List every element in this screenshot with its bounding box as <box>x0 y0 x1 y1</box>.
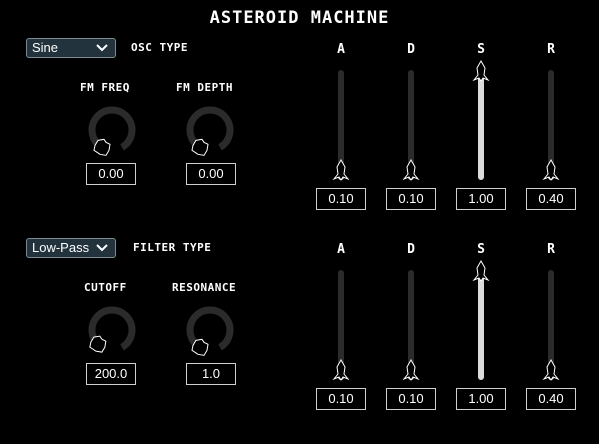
filter-env-d-value[interactable]: 0.10 <box>386 388 436 410</box>
osc-env-s-label: S <box>477 42 485 57</box>
filter-type-label: FILTER TYPE <box>133 241 212 254</box>
slider-fill <box>478 270 484 380</box>
filter-env-r-label: R <box>547 242 555 257</box>
filter-env-s-slider[interactable] <box>478 270 484 380</box>
slider-fill <box>478 70 484 180</box>
filter-type-value: Low-Pass <box>32 240 90 255</box>
filter-type-dropdown[interactable]: Low-Pass <box>26 238 116 258</box>
osc-env-d-value[interactable]: 0.10 <box>386 188 436 210</box>
rocket-icon[interactable] <box>402 159 420 181</box>
osc-env-r-label: R <box>547 42 555 57</box>
cutoff-value[interactable]: 200.0 <box>86 363 136 385</box>
rocket-icon[interactable] <box>332 159 350 181</box>
osc-type-dropdown[interactable]: Sine <box>26 38 116 58</box>
fm-depth-label: FM DEPTH <box>176 81 233 94</box>
resonance-knob[interactable] <box>180 302 240 362</box>
chevron-down-icon <box>96 44 108 52</box>
osc-env-a-value[interactable]: 0.10 <box>316 188 366 210</box>
osc-env-s-value[interactable]: 1.00 <box>456 188 506 210</box>
chevron-down-icon <box>96 244 108 252</box>
resonance-value[interactable]: 1.0 <box>186 363 236 385</box>
filter-env-d-label: D <box>407 242 415 257</box>
fm-depth-value[interactable]: 0.00 <box>186 163 236 185</box>
filter-env-r-value[interactable]: 0.40 <box>526 388 576 410</box>
filter-env-s-value[interactable]: 1.00 <box>456 388 506 410</box>
app-title: ASTEROID MACHINE <box>209 8 390 28</box>
rocket-icon[interactable] <box>472 260 490 282</box>
fm-freq-value[interactable]: 0.00 <box>86 163 136 185</box>
rocket-icon[interactable] <box>542 159 560 181</box>
filter-env-a-label: A <box>337 242 345 257</box>
osc-env-d-label: D <box>407 42 415 57</box>
cutoff-knob[interactable] <box>82 302 142 362</box>
fm-freq-label: FM FREQ <box>80 81 130 94</box>
filter-env-s-label: S <box>477 242 485 257</box>
osc-type-label: OSC TYPE <box>131 41 188 54</box>
rocket-icon[interactable] <box>402 359 420 381</box>
fm-depth-knob[interactable] <box>180 102 240 162</box>
rocket-icon[interactable] <box>542 359 560 381</box>
osc-env-a-label: A <box>337 42 345 57</box>
osc-type-value: Sine <box>32 40 59 55</box>
fm-freq-knob[interactable] <box>82 102 142 162</box>
resonance-label: RESONANCE <box>172 281 237 294</box>
filter-env-a-value[interactable]: 0.10 <box>316 388 366 410</box>
osc-env-r-value[interactable]: 0.40 <box>526 188 576 210</box>
cutoff-label: CUTOFF <box>84 281 127 294</box>
rocket-icon[interactable] <box>332 359 350 381</box>
rocket-icon[interactable] <box>472 60 490 82</box>
osc-env-s-slider[interactable] <box>478 70 484 180</box>
